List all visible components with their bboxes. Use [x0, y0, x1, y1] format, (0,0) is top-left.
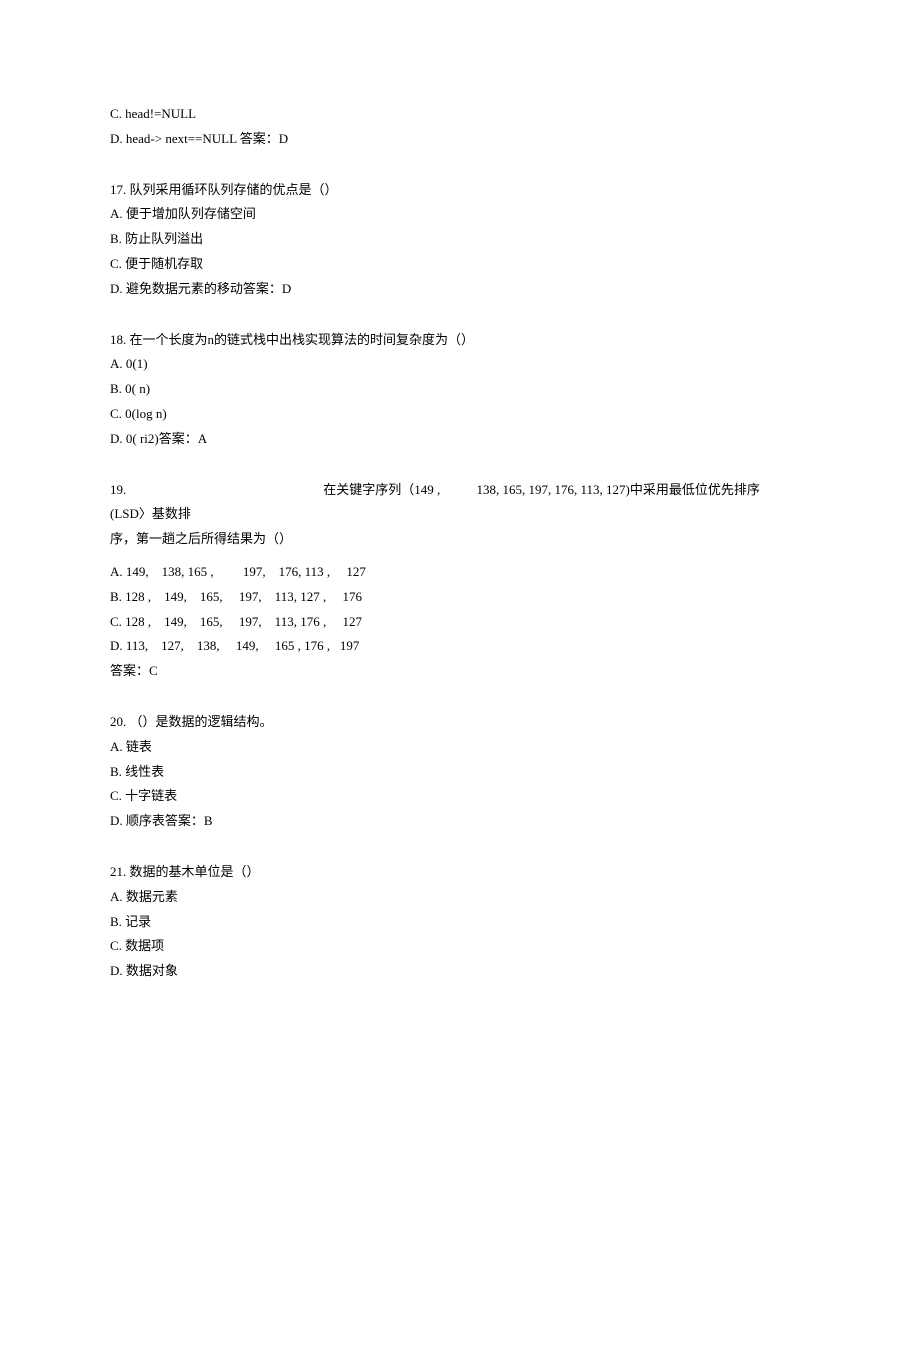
q19-option-d: D. 113, 127, 138, 149, 165 , 176 , 197: [110, 636, 810, 657]
q18-option-a: A. 0(1): [110, 354, 810, 375]
question-17: 17. 队列采用循环队列存储的优点是（） A. 便于增加队列存储空间 B. 防止…: [110, 180, 810, 300]
q19-stem-line2: (LSD〉基数排: [110, 504, 810, 525]
q20-stem: 20. （）是数据的逻辑结构。: [110, 712, 810, 733]
question-19: 19. 在关键字序列（149 , 138, 165, 197, 176, 113…: [110, 480, 810, 682]
q17-option-b: B. 防止队列溢出: [110, 229, 810, 250]
q18-option-b: B. 0( n): [110, 379, 810, 400]
q16-option-d: D. head-> next==NULL 答案：D: [110, 129, 810, 150]
question-16-remainder: C. head!=NULL D. head-> next==NULL 答案：D: [110, 104, 810, 150]
q17-option-d: D. 避免数据元素的移动答案：D: [110, 279, 810, 300]
question-18: 18. 在一个长度为n的链式栈中出栈实现算法的时间复杂度为（） A. 0(1) …: [110, 330, 810, 450]
q21-option-a: A. 数据元素: [110, 887, 810, 908]
q19-stem-line1b: 在关键字序列（149 ,: [323, 480, 473, 501]
q19-option-a: A. 149, 138, 165 , 197, 176, 113 , 127: [110, 562, 810, 583]
q17-stem: 17. 队列采用循环队列存储的优点是（）: [110, 180, 810, 201]
q16-option-c: C. head!=NULL: [110, 104, 810, 125]
q18-option-d: D. 0( ri2)答案：A: [110, 429, 810, 450]
q19-stem-line1: 19. 在关键字序列（149 , 138, 165, 197, 176, 113…: [110, 480, 810, 501]
q19-stem-line1a: 19.: [110, 480, 320, 501]
q19-stem-line3: 序，第一趟之后所得结果为（）: [110, 529, 810, 550]
q17-option-a: A. 便于增加队列存储空间: [110, 204, 810, 225]
q20-option-b: B. 线性表: [110, 762, 810, 783]
q19-option-b: B. 128 , 149, 165, 197, 113, 127 , 176: [110, 587, 810, 608]
q20-option-c: C. 十字链表: [110, 786, 810, 807]
q17-option-c: C. 便于随机存取: [110, 254, 810, 275]
question-21: 21. 数据的基木单位是（） A. 数据元素 B. 记录 C. 数据项 D. 数…: [110, 862, 810, 982]
q21-option-d: D. 数据对象: [110, 961, 810, 982]
q20-option-d: D. 顺序表答案：B: [110, 811, 810, 832]
q19-answer: 答案：C: [110, 661, 810, 682]
q21-stem: 21. 数据的基木单位是（）: [110, 862, 810, 883]
q18-stem: 18. 在一个长度为n的链式栈中出栈实现算法的时间复杂度为（）: [110, 330, 810, 351]
q19-stem-line1c: 138, 165, 197, 176, 113, 127)中采用最低位优先排序: [477, 482, 760, 497]
q21-option-c: C. 数据项: [110, 936, 810, 957]
q21-option-b: B. 记录: [110, 912, 810, 933]
q20-option-a: A. 链表: [110, 737, 810, 758]
question-20: 20. （）是数据的逻辑结构。 A. 链表 B. 线性表 C. 十字链表 D. …: [110, 712, 810, 832]
page-container: C. head!=NULL D. head-> next==NULL 答案：D …: [0, 0, 920, 1361]
q18-option-c: C. 0(log n): [110, 404, 810, 425]
q19-option-c: C. 128 , 149, 165, 197, 113, 176 , 127: [110, 612, 810, 633]
